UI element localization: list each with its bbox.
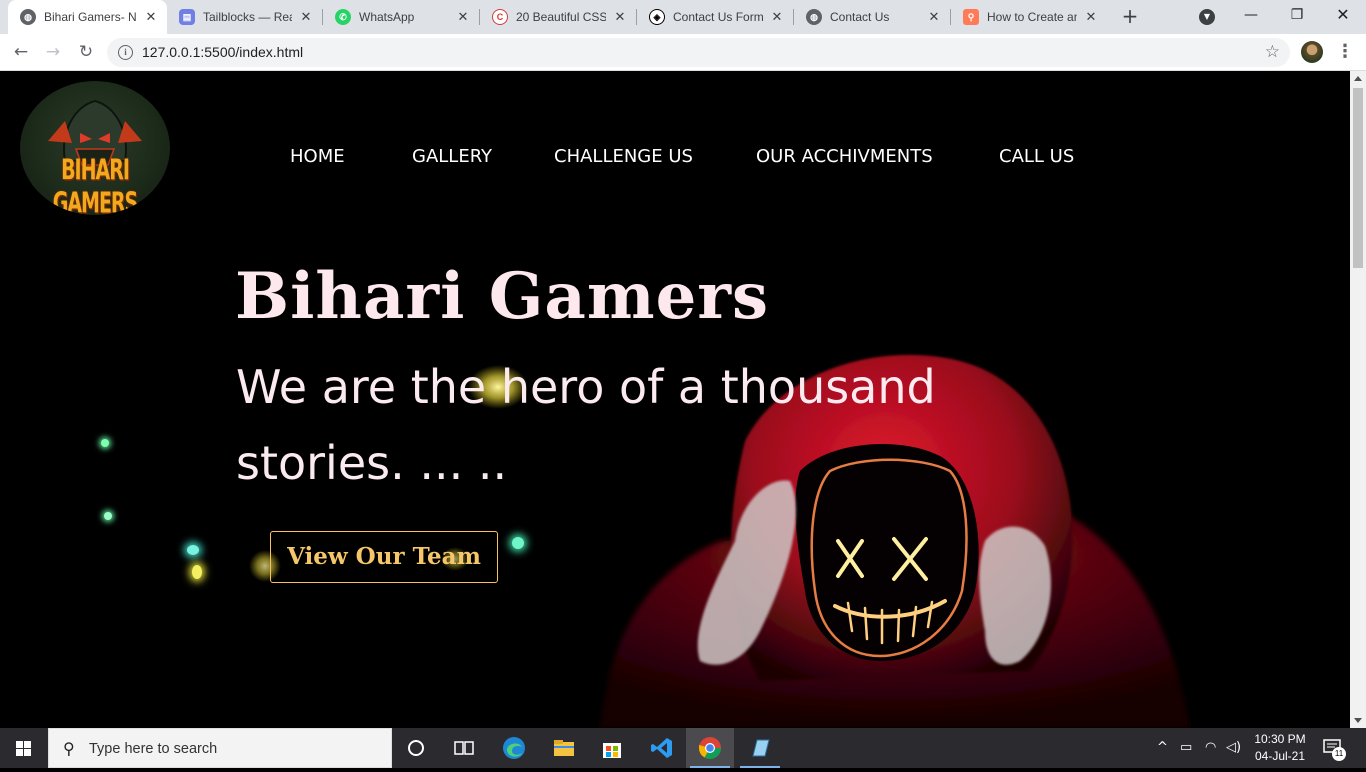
nav-home[interactable]: HOME (290, 146, 345, 170)
tab-bihari-gamers[interactable]: ◍ Bihari Gamers- N ✕ (8, 0, 167, 34)
tab-title: Contact Us Form (673, 10, 763, 24)
particle-dot (101, 439, 109, 447)
tab-title: Bihari Gamers- N (44, 10, 137, 24)
tab-title: 20 Beautiful CSS C (516, 10, 606, 24)
close-icon[interactable]: ✕ (298, 9, 314, 25)
bookmark-star-icon[interactable]: ☆ (1265, 42, 1280, 62)
scroll-up-arrow-icon[interactable] (1354, 76, 1362, 81)
taskbar-search-box[interactable]: ⚲ Type here to search (48, 728, 392, 768)
scroll-thumb[interactable] (1353, 88, 1363, 268)
whatsapp-icon: ✆ (335, 9, 351, 25)
browser-tabstrip: ◍ Bihari Gamers- N ✕ ▤ Tailblocks — Read… (0, 0, 1366, 34)
address-bar[interactable]: i 127.0.0.1:5500/index.html ☆ (107, 38, 1290, 67)
tray-expand-chevron-icon[interactable]: ^ (1157, 740, 1168, 755)
battery-icon[interactable]: ▭ (1180, 740, 1192, 755)
clock-date: 04-Jul-21 (1254, 749, 1306, 763)
tab-title: Contact Us (830, 10, 890, 24)
tab-how-to-create[interactable]: ⚲ How to Create an ✕ (951, 0, 1107, 34)
minimize-icon[interactable]: — (1228, 0, 1274, 32)
menu-dots-icon[interactable]: ⋮ (1336, 40, 1354, 64)
particle-dot (512, 537, 524, 549)
close-icon[interactable]: ✕ (455, 9, 471, 25)
tab-title: Tailblocks — Read (203, 10, 292, 24)
hubspot-icon: ⚲ (963, 9, 979, 25)
tab-contact-form[interactable]: ◈ Contact Us Form ✕ (637, 0, 793, 34)
task-view-icon[interactable] (440, 728, 488, 768)
profile-avatar[interactable] (1301, 41, 1323, 63)
tab-tailblocks[interactable]: ▤ Tailblocks — Read ✕ (167, 0, 322, 34)
tab-title: WhatsApp (359, 10, 415, 24)
nav-call-us[interactable]: CALL US (999, 146, 1074, 170)
windows-taskbar: ⚲ Type here to search ^ ▭ ◠ ◁) 10:30 PM … (0, 728, 1366, 768)
hero-subtitle: We are the hero of a thousand stories. .… (236, 360, 936, 490)
file-explorer-icon[interactable] (540, 728, 588, 768)
forward-arrow-icon[interactable]: → (41, 40, 65, 64)
search-icon: ⚲ (63, 739, 75, 758)
particle-dot (104, 512, 112, 520)
tab-whatsapp[interactable]: ✆ WhatsApp ✕ (323, 0, 479, 34)
back-arrow-icon[interactable]: ← (9, 40, 33, 64)
volume-icon[interactable]: ◁) (1226, 740, 1241, 755)
reload-icon[interactable]: ↻ (74, 40, 98, 64)
tab-search-icon[interactable]: ▼ (1199, 9, 1215, 25)
page-scrollbar[interactable] (1350, 71, 1366, 728)
globe-icon: ◍ (20, 9, 36, 25)
logo-text: BIHARI GAMERS (52, 154, 139, 215)
globe-icon: ◍ (806, 9, 822, 25)
info-icon[interactable]: i (118, 45, 133, 60)
clock-time: 10:30 PM (1254, 732, 1306, 746)
url-text[interactable]: 127.0.0.1:5500/index.html (142, 44, 303, 60)
wifi-icon[interactable]: ◠ (1205, 740, 1216, 755)
tab-title: How to Create an (987, 10, 1077, 24)
chrome-icon[interactable] (686, 728, 734, 768)
restore-icon[interactable]: ❐ (1274, 0, 1320, 32)
windows-logo-icon (16, 741, 31, 756)
notepad-icon[interactable] (736, 728, 784, 768)
close-icon[interactable]: ✕ (769, 9, 785, 25)
start-button[interactable] (0, 728, 48, 768)
nav-challenge-us[interactable]: CHALLENGE US (554, 146, 693, 170)
site-logo[interactable]: BIHARI GAMERS (20, 81, 170, 215)
microsoft-store-icon[interactable] (588, 728, 636, 768)
particle-dot (187, 545, 199, 555)
tab-contact-us[interactable]: ◍ Contact Us ✕ (794, 0, 950, 34)
cortana-icon[interactable] (392, 728, 440, 768)
new-tab-button[interactable]: + (1118, 5, 1142, 29)
webpage: BIHARI GAMERS HOME GALLERY CHALLENGE US … (0, 71, 1350, 728)
close-icon[interactable]: ✕ (612, 9, 628, 25)
notification-badge: 11 (1332, 747, 1346, 761)
codepen-icon: ◈ (649, 9, 665, 25)
vscode-icon[interactable] (638, 728, 686, 768)
cc-icon: C (492, 9, 508, 25)
search-placeholder: Type here to search (89, 741, 218, 757)
edge-browser-icon[interactable] (490, 728, 538, 768)
close-icon[interactable]: ✕ (1083, 9, 1099, 25)
scroll-down-arrow-icon[interactable] (1354, 718, 1362, 723)
tab-css-cards[interactable]: C 20 Beautiful CSS C ✕ (480, 0, 636, 34)
view-team-button[interactable]: View Our Team (270, 531, 498, 583)
system-clock[interactable]: 10:30 PM 04-Jul-21 (1246, 731, 1314, 765)
close-icon[interactable]: ✕ (143, 9, 159, 25)
particle-dot (192, 565, 202, 579)
close-window-icon[interactable]: ✕ (1320, 0, 1366, 32)
nav-gallery[interactable]: GALLERY (412, 146, 492, 170)
browser-toolbar: ← → ↻ i 127.0.0.1:5500/index.html ☆ ⋮ (0, 34, 1366, 71)
close-icon[interactable]: ✕ (926, 9, 942, 25)
hero-title: Bihari Gamers (235, 259, 770, 334)
notification-center-icon[interactable]: 11 (1322, 737, 1346, 761)
tailblocks-icon: ▤ (179, 9, 195, 25)
nav-achievements[interactable]: OUR ACCHIVMENTS (756, 146, 933, 170)
